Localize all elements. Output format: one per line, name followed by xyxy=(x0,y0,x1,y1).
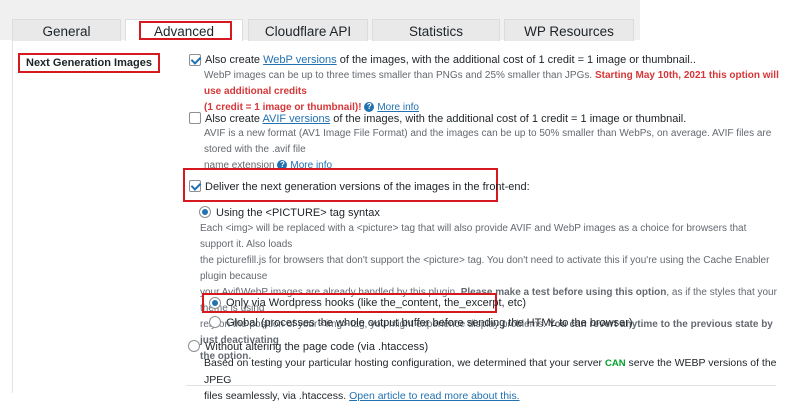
global-radio[interactable] xyxy=(209,316,221,328)
section-label: Next Generation Images xyxy=(18,53,160,73)
webp-description: WebP images can be up to three times sma… xyxy=(204,68,784,116)
global-label: Global (processes the whole output buffe… xyxy=(226,317,633,329)
avif-pre: Also create xyxy=(205,113,263,125)
picture-desc1: Each <img> will be replaced with a <pict… xyxy=(200,223,747,250)
avif-checkbox[interactable] xyxy=(189,112,201,124)
picture-tag-label: Using the <PICTURE> tag syntax xyxy=(216,207,380,219)
picture-tag-radio[interactable] xyxy=(199,206,211,218)
htaccess-desc2: files seamlessly, via .htaccess. xyxy=(204,390,350,402)
htaccess-article-link[interactable]: Open article to read more about this. xyxy=(349,390,519,402)
avif-option-label: Also create AVIF versions of the images,… xyxy=(205,113,686,125)
deliver-checkbox[interactable] xyxy=(189,180,201,192)
tab-cloudflare-api[interactable]: Cloudflare API xyxy=(248,19,368,42)
webp-more-info-link[interactable]: More info xyxy=(377,102,419,113)
webp-checkbox[interactable] xyxy=(189,54,201,66)
webp-post: of the images, with the additional cost … xyxy=(336,54,696,66)
can-badge: CAN xyxy=(604,358,626,369)
htaccess-description: Based on testing your particular hosting… xyxy=(204,355,784,404)
picture-desc2: the picturefill.js for browsers that don… xyxy=(200,255,770,282)
hooks-label: Only via Wordpress hooks (like the_conte… xyxy=(226,297,526,309)
deliver-option-label: Deliver the next generation versions of … xyxy=(205,181,530,193)
webp-desc-text: WebP images can be up to three times sma… xyxy=(204,70,595,81)
avif-description: AVIF is a new format (AV1 Image File For… xyxy=(204,126,784,174)
tab-general[interactable]: General xyxy=(12,19,121,42)
webp-credit-warning-2: (1 credit = 1 image or thumbnail)! xyxy=(204,102,362,113)
avif-desc-line1: AVIF is a new format (AV1 Image File For… xyxy=(204,128,772,155)
webp-versions-link[interactable]: WebP versions xyxy=(263,54,337,66)
advanced-tab-highlight xyxy=(139,21,232,40)
avif-post: of the images, with the additional cost … xyxy=(330,113,687,125)
divider xyxy=(186,385,776,386)
avif-versions-link[interactable]: AVIF versions xyxy=(262,113,330,125)
webp-pre: Also create xyxy=(205,54,264,66)
webp-option-label: Also create WebP versions of the images,… xyxy=(205,54,696,66)
htaccess-radio[interactable] xyxy=(188,340,200,352)
tab-statistics[interactable]: Statistics xyxy=(372,19,500,42)
hooks-radio[interactable] xyxy=(209,297,221,309)
htaccess-label: Without altering the page code (via .hta… xyxy=(205,341,429,353)
htaccess-desc1: Based on testing your particular hosting… xyxy=(204,357,605,369)
tab-wp-resources[interactable]: WP Resources xyxy=(504,19,634,42)
help-icon: ? xyxy=(364,102,375,113)
